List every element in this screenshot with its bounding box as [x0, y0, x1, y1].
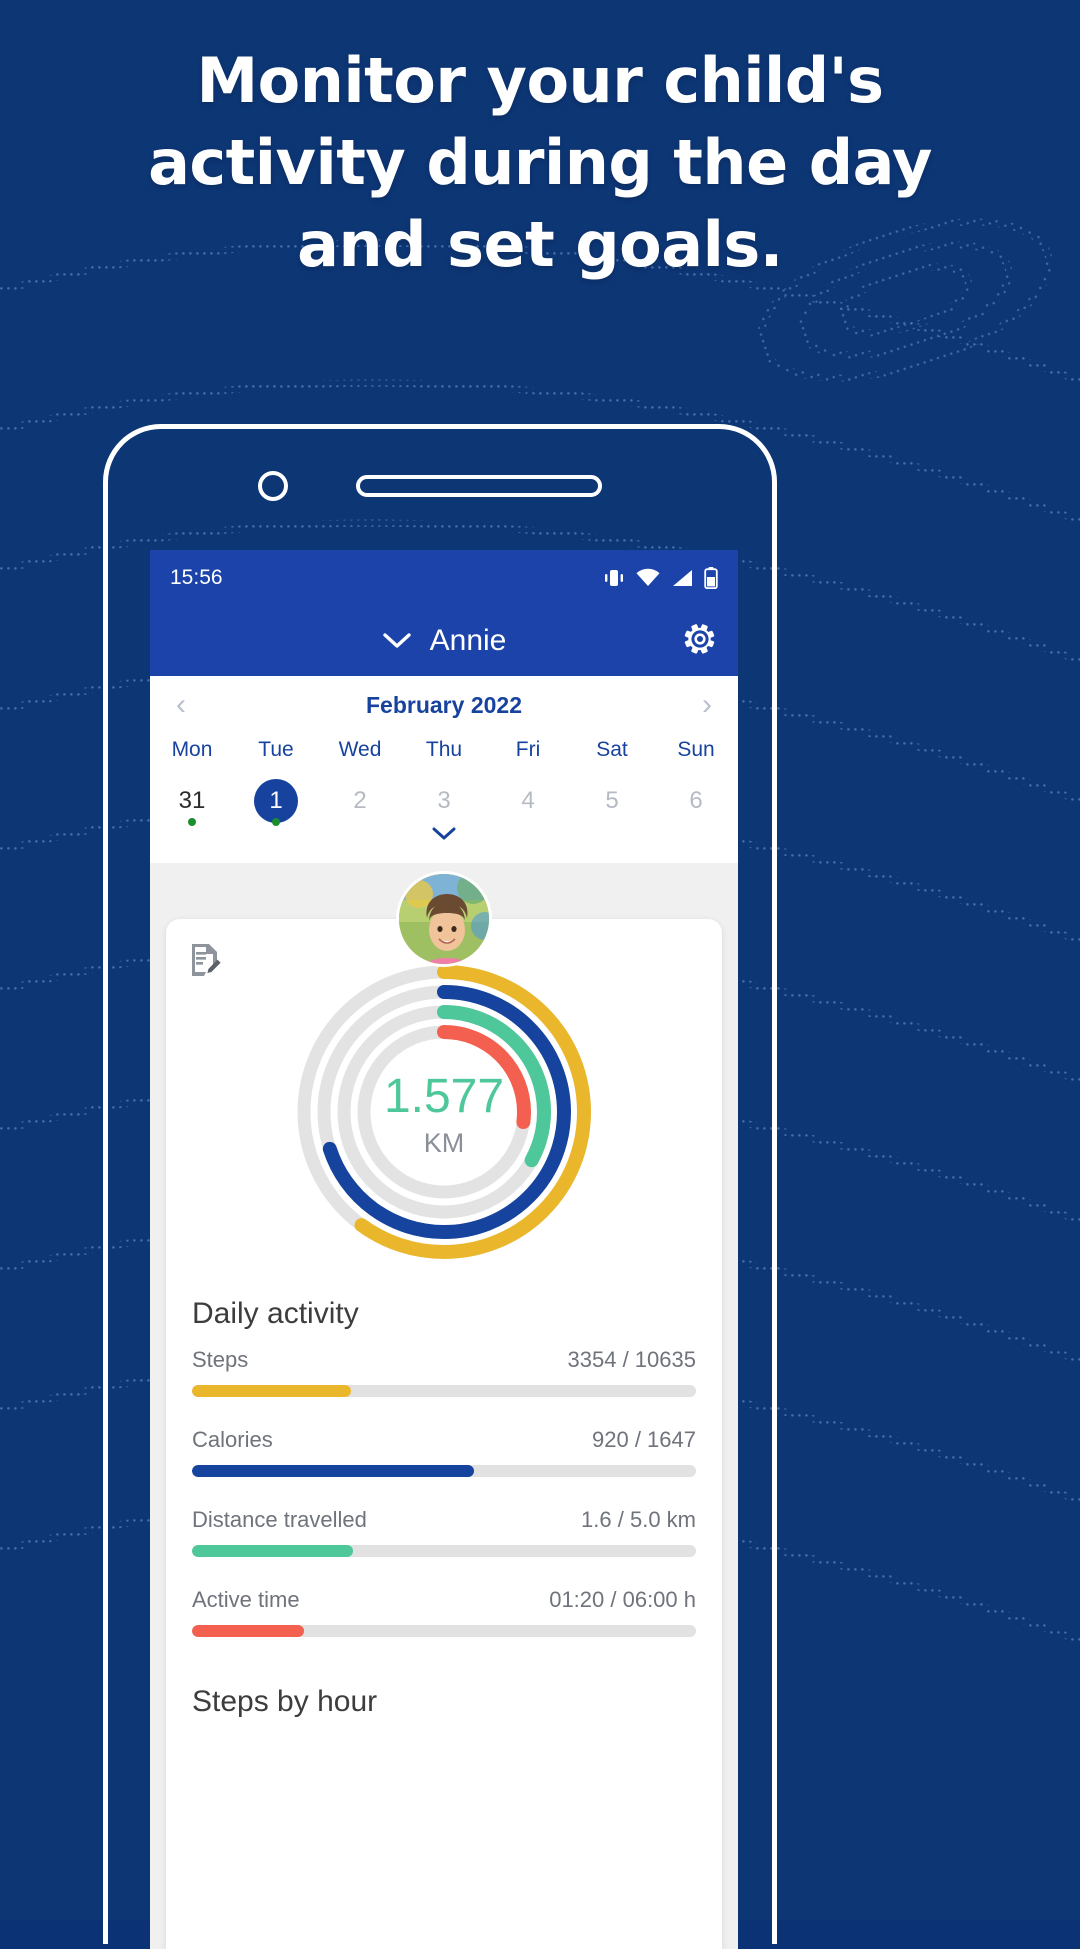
camera-icon	[258, 471, 288, 501]
calendar-day-thu[interactable]: Thu 3	[402, 724, 486, 824]
activity-row-steps: Steps 3354 / 10635	[192, 1347, 696, 1397]
child-name: Annie	[429, 624, 507, 657]
daily-activity-title: Daily activity	[192, 1297, 359, 1330]
calendar-next-button[interactable]: ›	[702, 690, 712, 720]
calendar-dow-label: Tue	[258, 738, 294, 761]
signal-icon	[673, 570, 692, 586]
calendar-month-label: February 2022	[366, 691, 522, 718]
avatar[interactable]	[396, 871, 492, 967]
calendar-date[interactable]: 5	[570, 778, 654, 824]
calendar-dow-label: Wed	[338, 738, 382, 761]
settings-button[interactable]	[682, 621, 718, 662]
calendar-date[interactable]: 3	[402, 778, 486, 824]
progress-track	[192, 1545, 696, 1557]
progress-fill	[192, 1625, 304, 1637]
calendar-days: Mon 31 Tue 1 Wed 2 Thu 3 Fri 4 Sat 5 Sun…	[150, 724, 738, 826]
calendar-day-mon[interactable]: Mon 31	[150, 724, 234, 826]
app-screen: 15:56 Annie ‹ February 2022 › Mon 31 Tue…	[150, 550, 738, 1949]
child-selector[interactable]: Annie	[150, 624, 738, 658]
status-bar: 15:56	[150, 550, 738, 606]
calendar-date[interactable]: 2	[318, 778, 402, 824]
chevron-down-icon[interactable]	[431, 826, 457, 842]
battery-icon	[704, 567, 718, 589]
gear-icon[interactable]	[682, 621, 718, 657]
row-label: Calories	[192, 1427, 273, 1452]
rings-center-readout: 1.577 KM	[334, 1069, 554, 1159]
rings-center-value: 1.577	[383, 1070, 505, 1123]
calendar-dow-label: Mon	[171, 738, 213, 761]
calendar-date[interactable]: 31	[150, 778, 234, 826]
calendar-date[interactable]: 6	[654, 778, 738, 824]
progress-fill	[192, 1465, 474, 1477]
calendar-dow-label: Sun	[677, 738, 715, 761]
calendar-dow-label: Thu	[425, 738, 463, 761]
calendar-day-wed[interactable]: Wed 2	[318, 724, 402, 824]
daily-activity-list: Steps 3354 / 10635 Calories 920 / 1647 D…	[166, 1335, 722, 1637]
activity-dot	[272, 818, 280, 826]
vibrate-icon	[605, 570, 623, 586]
activity-dot	[188, 818, 196, 826]
status-bar-icons	[603, 567, 718, 589]
calendar-expand-button[interactable]	[150, 824, 738, 857]
calendar-date[interactable]: 4	[486, 778, 570, 824]
calendar-date-selected[interactable]: 1	[234, 778, 318, 826]
phone-frame: 15:56 Annie ‹ February 2022 › Mon 31 Tue…	[103, 424, 777, 1949]
activity-card: 1.577 KM Daily activity Steps 3354 / 106…	[166, 919, 722, 1949]
calendar-dow-label: Fri	[515, 738, 541, 761]
activity-row-calories: Calories 920 / 1647	[192, 1427, 696, 1477]
progress-track	[192, 1385, 696, 1397]
app-content: 1.577 KM Daily activity Steps 3354 / 106…	[150, 863, 738, 1949]
row-label: Steps	[192, 1347, 249, 1372]
calendar-header: ‹ February 2022 ›	[150, 690, 738, 724]
headline-line-3: and set goals.	[297, 208, 783, 281]
calendar-day-fri[interactable]: Fri 4	[486, 724, 570, 824]
row-value: 01:20 / 06:00 h	[549, 1587, 696, 1612]
progress-fill	[192, 1385, 351, 1397]
calendar-day-sun[interactable]: Sun 6	[654, 724, 738, 824]
activity-row-active-time: Active time 01:20 / 06:00 h	[192, 1587, 696, 1637]
page-title: Monitor your child's activity during the…	[0, 40, 1080, 286]
activity-row-distance: Distance travelled 1.6 / 5.0 km	[192, 1507, 696, 1557]
headline-line-2: activity during the day	[148, 126, 932, 199]
calendar-dow-label: Sat	[596, 738, 628, 761]
calendar-day-sat[interactable]: Sat 5	[570, 724, 654, 824]
activity-rings: 1.577 KM	[166, 947, 722, 1287]
chevron-down-icon[interactable]	[382, 631, 412, 651]
app-bar: Annie	[150, 606, 738, 676]
progress-track	[192, 1625, 696, 1637]
row-value: 920 / 1647	[592, 1427, 696, 1452]
rings-center-unit: KM	[423, 1128, 465, 1158]
wifi-icon	[636, 568, 660, 586]
row-value: 1.6 / 5.0 km	[581, 1507, 696, 1532]
row-label: Distance travelled	[192, 1507, 367, 1532]
headline-line-1: Monitor your child's	[196, 44, 884, 117]
steps-by-hour-title: Steps by hour	[192, 1685, 378, 1718]
row-label: Active time	[192, 1587, 300, 1612]
calendar-prev-button[interactable]: ‹	[176, 690, 186, 720]
status-bar-time: 15:56	[170, 566, 223, 589]
calendar-day-tue[interactable]: Tue 1	[234, 724, 318, 826]
row-value: 3354 / 10635	[567, 1347, 696, 1372]
calendar-strip: ‹ February 2022 › Mon 31 Tue 1 Wed 2 Thu…	[150, 676, 738, 863]
progress-track	[192, 1465, 696, 1477]
progress-fill	[192, 1545, 354, 1557]
speaker-icon	[356, 475, 602, 497]
